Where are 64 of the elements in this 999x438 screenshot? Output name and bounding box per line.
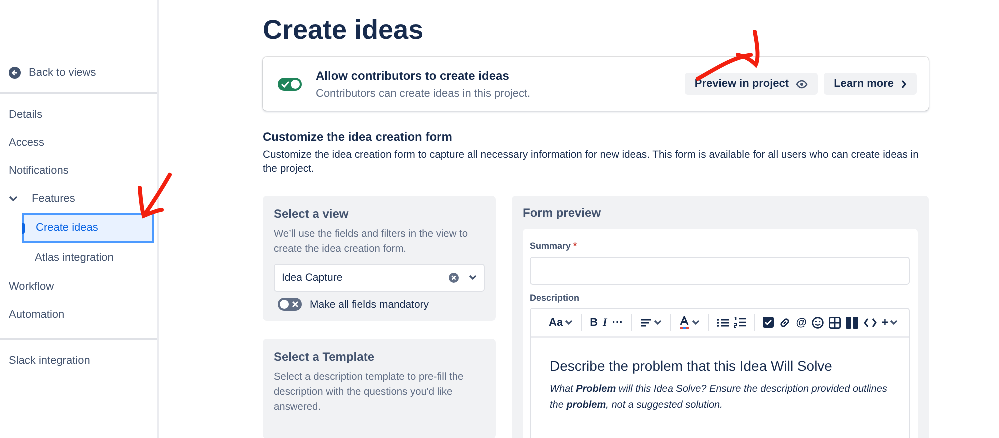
toolbar-button[interactable]: @ [796,316,808,328]
link-icon [779,316,792,328]
sidebar-item[interactable]: Workflow [0,273,157,301]
description-editor[interactable]: Aa B I ··· @ + Describe the problem that this Idea Will Solve What Problem will this Idea Solve? Ensure the description provided outlines the problem, not a suggested solution. [530,308,910,438]
text-color-icon [679,316,690,329]
toolbar-button[interactable]: B [590,316,598,328]
learn-more-button[interactable]: Learn more [824,73,917,95]
toolbar-button[interactable]: + [882,316,898,328]
page-title: Create ideas [263,15,424,46]
toolbar-button[interactable] [864,318,878,328]
panel-title: Form preview [523,206,602,220]
panel-title: Select a Template [274,350,376,364]
toolbar-button[interactable] [763,317,774,328]
summary-field[interactable] [530,257,910,285]
table-icon [829,316,842,328]
back-link[interactable]: Back to views [0,63,96,83]
back-icon [9,67,21,79]
view-select[interactable]: Idea Capture [274,264,485,292]
field-label: Summary * [530,241,578,251]
toolbar-button[interactable]: I [603,316,608,328]
setting-title: Allow contributors to create ideas [316,68,510,82]
toolbar-button[interactable] [734,317,746,328]
panel-title: Select a view [274,207,350,221]
toolbar-button[interactable] [812,316,824,328]
toolbar-button[interactable] [640,318,662,328]
toolbar-button[interactable]: Aa [549,316,574,328]
checkbox-icon [763,317,774,328]
emoji-icon [812,316,824,328]
sidebar-item[interactable]: Atlas integration [22,243,154,273]
sidebar-item[interactable]: Create ideas [22,213,154,243]
toolbar-button[interactable] [846,316,860,328]
sidebar-item[interactable]: Automation [0,301,157,329]
align-icon [640,318,652,328]
sidebar-item[interactable]: Slack integration [0,347,157,375]
editor-heading: Describe the problem that this Idea Will Solve [550,358,834,374]
toolbar-button[interactable]: ··· [612,316,624,328]
chevron-icon [901,80,907,88]
field-label: Description [530,293,580,303]
sidebar-item[interactable]: Details [0,101,157,129]
bullet-list-icon [717,318,730,328]
toggle-switch[interactable] [278,298,302,311]
toolbar-button[interactable] [679,316,700,329]
editor-paragraph: What Problem will this Idea Solve? Ensure the description provided outlines the problem, not a suggested solution. [550,383,888,413]
numbered-list-icon [734,317,746,328]
sidebar-item[interactable]: Features [0,185,157,213]
chevron-icon [9,196,18,202]
preview-button[interactable]: Preview in project [684,73,818,95]
sidebar-item[interactable]: Notifications [0,157,157,185]
caret-icon [469,275,477,281]
eye-icon [796,80,808,88]
code-icon [864,318,878,328]
sidebar-item[interactable]: Access [0,129,157,157]
toolbar-button[interactable] [717,318,730,328]
panel-description: Select a description template to pre-fill the description with the questions you'd like answered. [274,371,465,415]
section-description: Customize the idea creation form to capture all necessary information for new ideas. This form is available for all users who can create ideas in the project. [263,149,920,177]
panel-description: We’ll use the fields and filters in the view to create the idea creation form. [274,228,470,257]
toolbar-button[interactable] [829,316,842,328]
clear-icon [449,273,459,283]
section-title: Customize the idea creation form [263,130,454,144]
toggle-label: Make all fields mandatory [310,298,430,310]
toolbar-button[interactable] [779,316,792,328]
toggle-switch[interactable] [278,78,302,90]
setting-description: Contributors can create ideas in this project. [316,88,532,100]
columns-icon [846,316,860,328]
